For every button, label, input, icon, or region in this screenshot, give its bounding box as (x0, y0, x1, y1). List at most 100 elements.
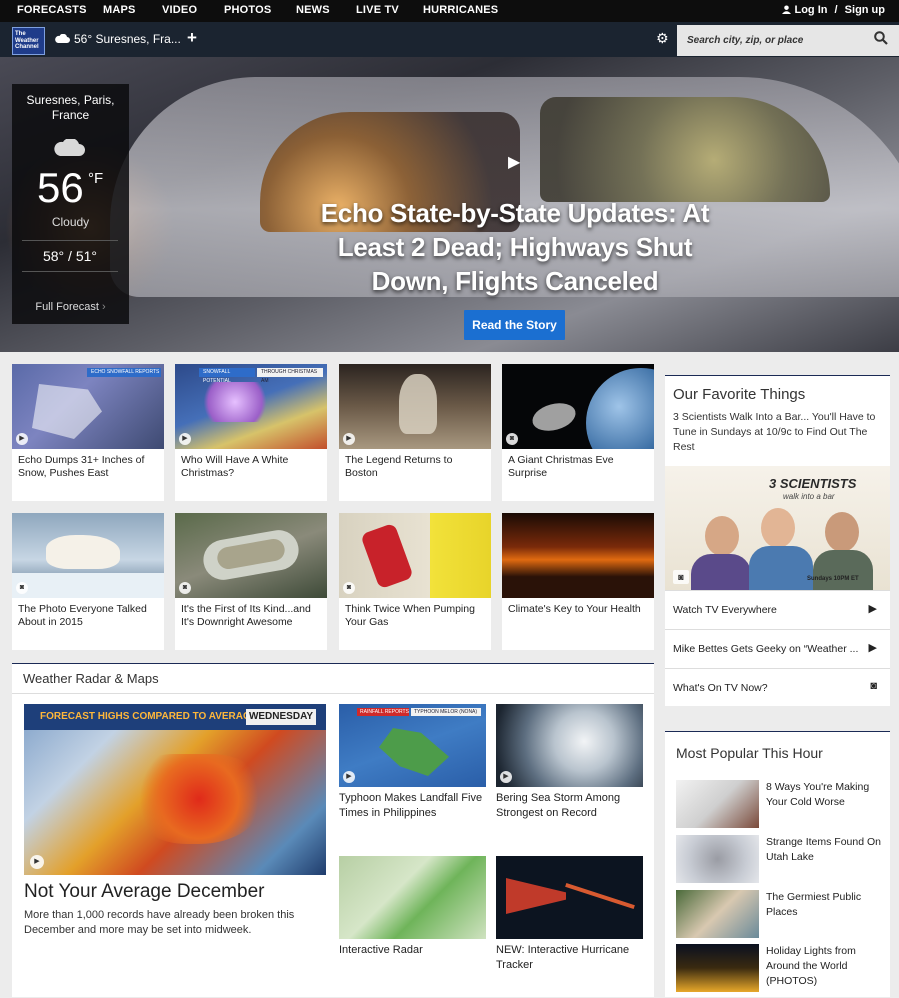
popular-thumbnail (676, 944, 759, 992)
play-icon[interactable]: ▶ (508, 152, 520, 172)
map-story[interactable]: Interactive Radar (339, 856, 486, 998)
story-caption: Climate's Key to Your Health (508, 603, 641, 615)
popular-thumbnail (676, 835, 759, 883)
current-location[interactable]: 56° Suresnes, Fra... (74, 32, 181, 46)
hero-car-window (540, 97, 830, 202)
map-overlay-label: RAINFALL REPORTS (357, 708, 409, 716)
login-link[interactable]: Log In (794, 4, 827, 16)
popular-item[interactable]: Holiday Lights from Around the World (PH… (676, 944, 886, 992)
cloudy-icon (54, 139, 85, 156)
map-day: WEDNESDAY (246, 709, 316, 725)
story-caption: The Photo Everyone Talked About in 2015 (18, 603, 147, 628)
nav-hurricanes[interactable]: HURRICANES (423, 4, 498, 16)
play-icon: ▶ (179, 433, 191, 445)
full-forecast-link[interactable]: Full Forecast › (12, 301, 129, 313)
feature-title[interactable]: Not Your Average December (24, 881, 264, 903)
story-card[interactable]: ◙ Think Twice When Pumping Your Gas (339, 513, 491, 650)
story-image: ◙ (12, 513, 164, 598)
map-caption: NEW: Interactive Hurricane Tracker (496, 944, 630, 971)
weather-temp: 56 (37, 164, 84, 211)
story-card[interactable]: ◙ The Photo Everyone Talked About in 201… (12, 513, 164, 650)
add-location-button[interactable]: + (187, 28, 197, 48)
storm-image: ▶ (496, 704, 643, 787)
popular-thumbnail (676, 780, 759, 828)
nav-video[interactable]: VIDEO (162, 4, 197, 16)
camera-icon: ◙ (870, 680, 877, 692)
story-caption: The Legend Returns to Boston (345, 454, 453, 479)
radar-maps-section: Weather Radar & Maps FORECAST HIGHS COMP… (12, 663, 654, 997)
watch-tv-link[interactable]: Watch TV Everywhere ▶ (665, 590, 890, 629)
story-caption: A Giant Christmas Eve Surprise (508, 454, 614, 479)
nav-forecasts[interactable]: FORECASTS (17, 4, 87, 16)
play-icon: ▶ (16, 433, 28, 445)
weather-condition: Cloudy (51, 215, 90, 229)
map-story[interactable]: ▶ Bering Sea Storm Among Strongest on Re… (496, 704, 643, 846)
story-image: ECHO SNOWFALL REPORTS ▶ (12, 364, 164, 449)
mike-bettes-link[interactable]: Mike Bettes Gets Geeky on “Weather ... ▶ (665, 629, 890, 668)
promo-subtitle: walk into a bar (783, 492, 835, 501)
search-input[interactable] (677, 25, 899, 56)
gear-icon[interactable]: ⚙ (656, 30, 669, 47)
story-image: ◙ (175, 513, 327, 598)
map-story[interactable]: RAINFALL REPORTS TYPHOON MELOR (NONA) ▶ … (339, 704, 486, 846)
map-caption: Typhoon Makes Landfall Five Times in Phi… (339, 792, 483, 819)
play-icon: ▶ (343, 771, 355, 783)
camera-icon: ◙ (343, 582, 355, 594)
forecast-highs-map[interactable]: FORECAST HIGHS COMPARED TO AVERAGE WEDNE… (24, 704, 326, 875)
top-nav: FORECASTS MAPS VIDEO PHOTOS NEWS LIVE TV… (0, 0, 899, 22)
story-card[interactable]: ◙ It's the First of Its Kind...and It's … (175, 513, 327, 650)
signup-link[interactable]: Sign up (845, 4, 885, 16)
story-card[interactable]: SNOWFALL POTENTIAL THROUGH CHRISTMAS AM … (175, 364, 327, 501)
nav-news[interactable]: NEWS (296, 4, 330, 16)
popular-item[interactable]: Strange Items Found On Utah Lake (676, 835, 886, 883)
story-image (502, 513, 654, 598)
whats-on-tv-link[interactable]: What's On TV Now? ◙ (665, 668, 890, 707)
popular-item[interactable]: The Germiest Public Places (676, 890, 886, 938)
section-title: Weather Radar & Maps (23, 671, 159, 686)
popular-title: The Germiest Public Places (766, 891, 862, 918)
story-image: ◙ (502, 364, 654, 449)
map-header: FORECAST HIGHS COMPARED TO AVERAGE (40, 711, 258, 722)
favorite-things-panel: Our Favorite Things 3 Scientists Walk In… (665, 375, 890, 706)
story-card[interactable]: Climate's Key to Your Health (502, 513, 654, 650)
nav-photos[interactable]: PHOTOS (224, 4, 271, 16)
link-label: What's On TV Now? (673, 682, 768, 694)
card-overlay-label: ECHO SNOWFALL REPORTS (87, 368, 161, 377)
map-caption: Interactive Radar (339, 944, 423, 956)
story-caption: Echo Dumps 31+ Inches of Snow, Pushes Ea… (18, 454, 145, 479)
nav-maps[interactable]: MAPS (103, 4, 136, 16)
nav-live-tv[interactable]: LIVE TV (356, 4, 399, 16)
story-caption: Think Twice When Pumping Your Gas (345, 603, 475, 628)
read-story-button[interactable]: Read the Story (464, 310, 565, 340)
logo-line-3: Channel (15, 44, 39, 50)
show-promo-image[interactable]: 3 SCIENTISTS walk into a bar Sundays 10P… (665, 466, 890, 591)
story-card[interactable]: ECHO SNOWFALL REPORTS ▶ Echo Dumps 31+ I… (12, 364, 164, 501)
camera-icon: ◙ (673, 570, 689, 584)
popular-item[interactable]: 8 Ways You're Making Your Cold Worse (676, 780, 886, 828)
panel-description[interactable]: 3 Scientists Walk Into a Bar... You'll H… (673, 410, 885, 455)
search-icon[interactable] (874, 31, 888, 45)
user-icon (782, 5, 792, 14)
popular-title: Holiday Lights from Around the World (PH… (766, 945, 856, 987)
login-separator: / (834, 4, 838, 16)
map-story[interactable]: NEW: Interactive Hurricane Tracker (496, 856, 643, 998)
camera-icon: ◙ (506, 433, 518, 445)
map-caption: Bering Sea Storm Among Strongest on Reco… (496, 792, 621, 819)
weather-channel-logo[interactable]: The Weather Channel (12, 27, 45, 55)
panel-title: Most Popular This Hour (676, 745, 823, 761)
story-card[interactable]: ◙ A Giant Christmas Eve Surprise (502, 364, 654, 501)
card-overlay-label: THROUGH CHRISTMAS AM (257, 368, 323, 384)
feature-description: More than 1,000 records have already bee… (24, 909, 295, 936)
cloud-icon (55, 34, 70, 43)
login-area: Log In / Sign up (782, 4, 885, 16)
story-image: ▶ (339, 364, 491, 449)
hero-headline[interactable]: Echo State-by-State Updates: At Least 2 … (300, 196, 730, 298)
link-label: Watch TV Everywhere (673, 604, 777, 616)
map-overlay-label: TYPHOON MELOR (NONA) (411, 708, 481, 716)
popular-thumbnail (676, 890, 759, 938)
typhoon-map: RAINFALL REPORTS TYPHOON MELOR (NONA) ▶ (339, 704, 486, 787)
most-popular-panel: Most Popular This Hour 8 Ways You're Mak… (665, 731, 890, 997)
story-card[interactable]: ▶ The Legend Returns to Boston (339, 364, 491, 501)
camera-icon: ◙ (16, 582, 28, 594)
popular-title: Strange Items Found On Utah Lake (766, 836, 881, 863)
